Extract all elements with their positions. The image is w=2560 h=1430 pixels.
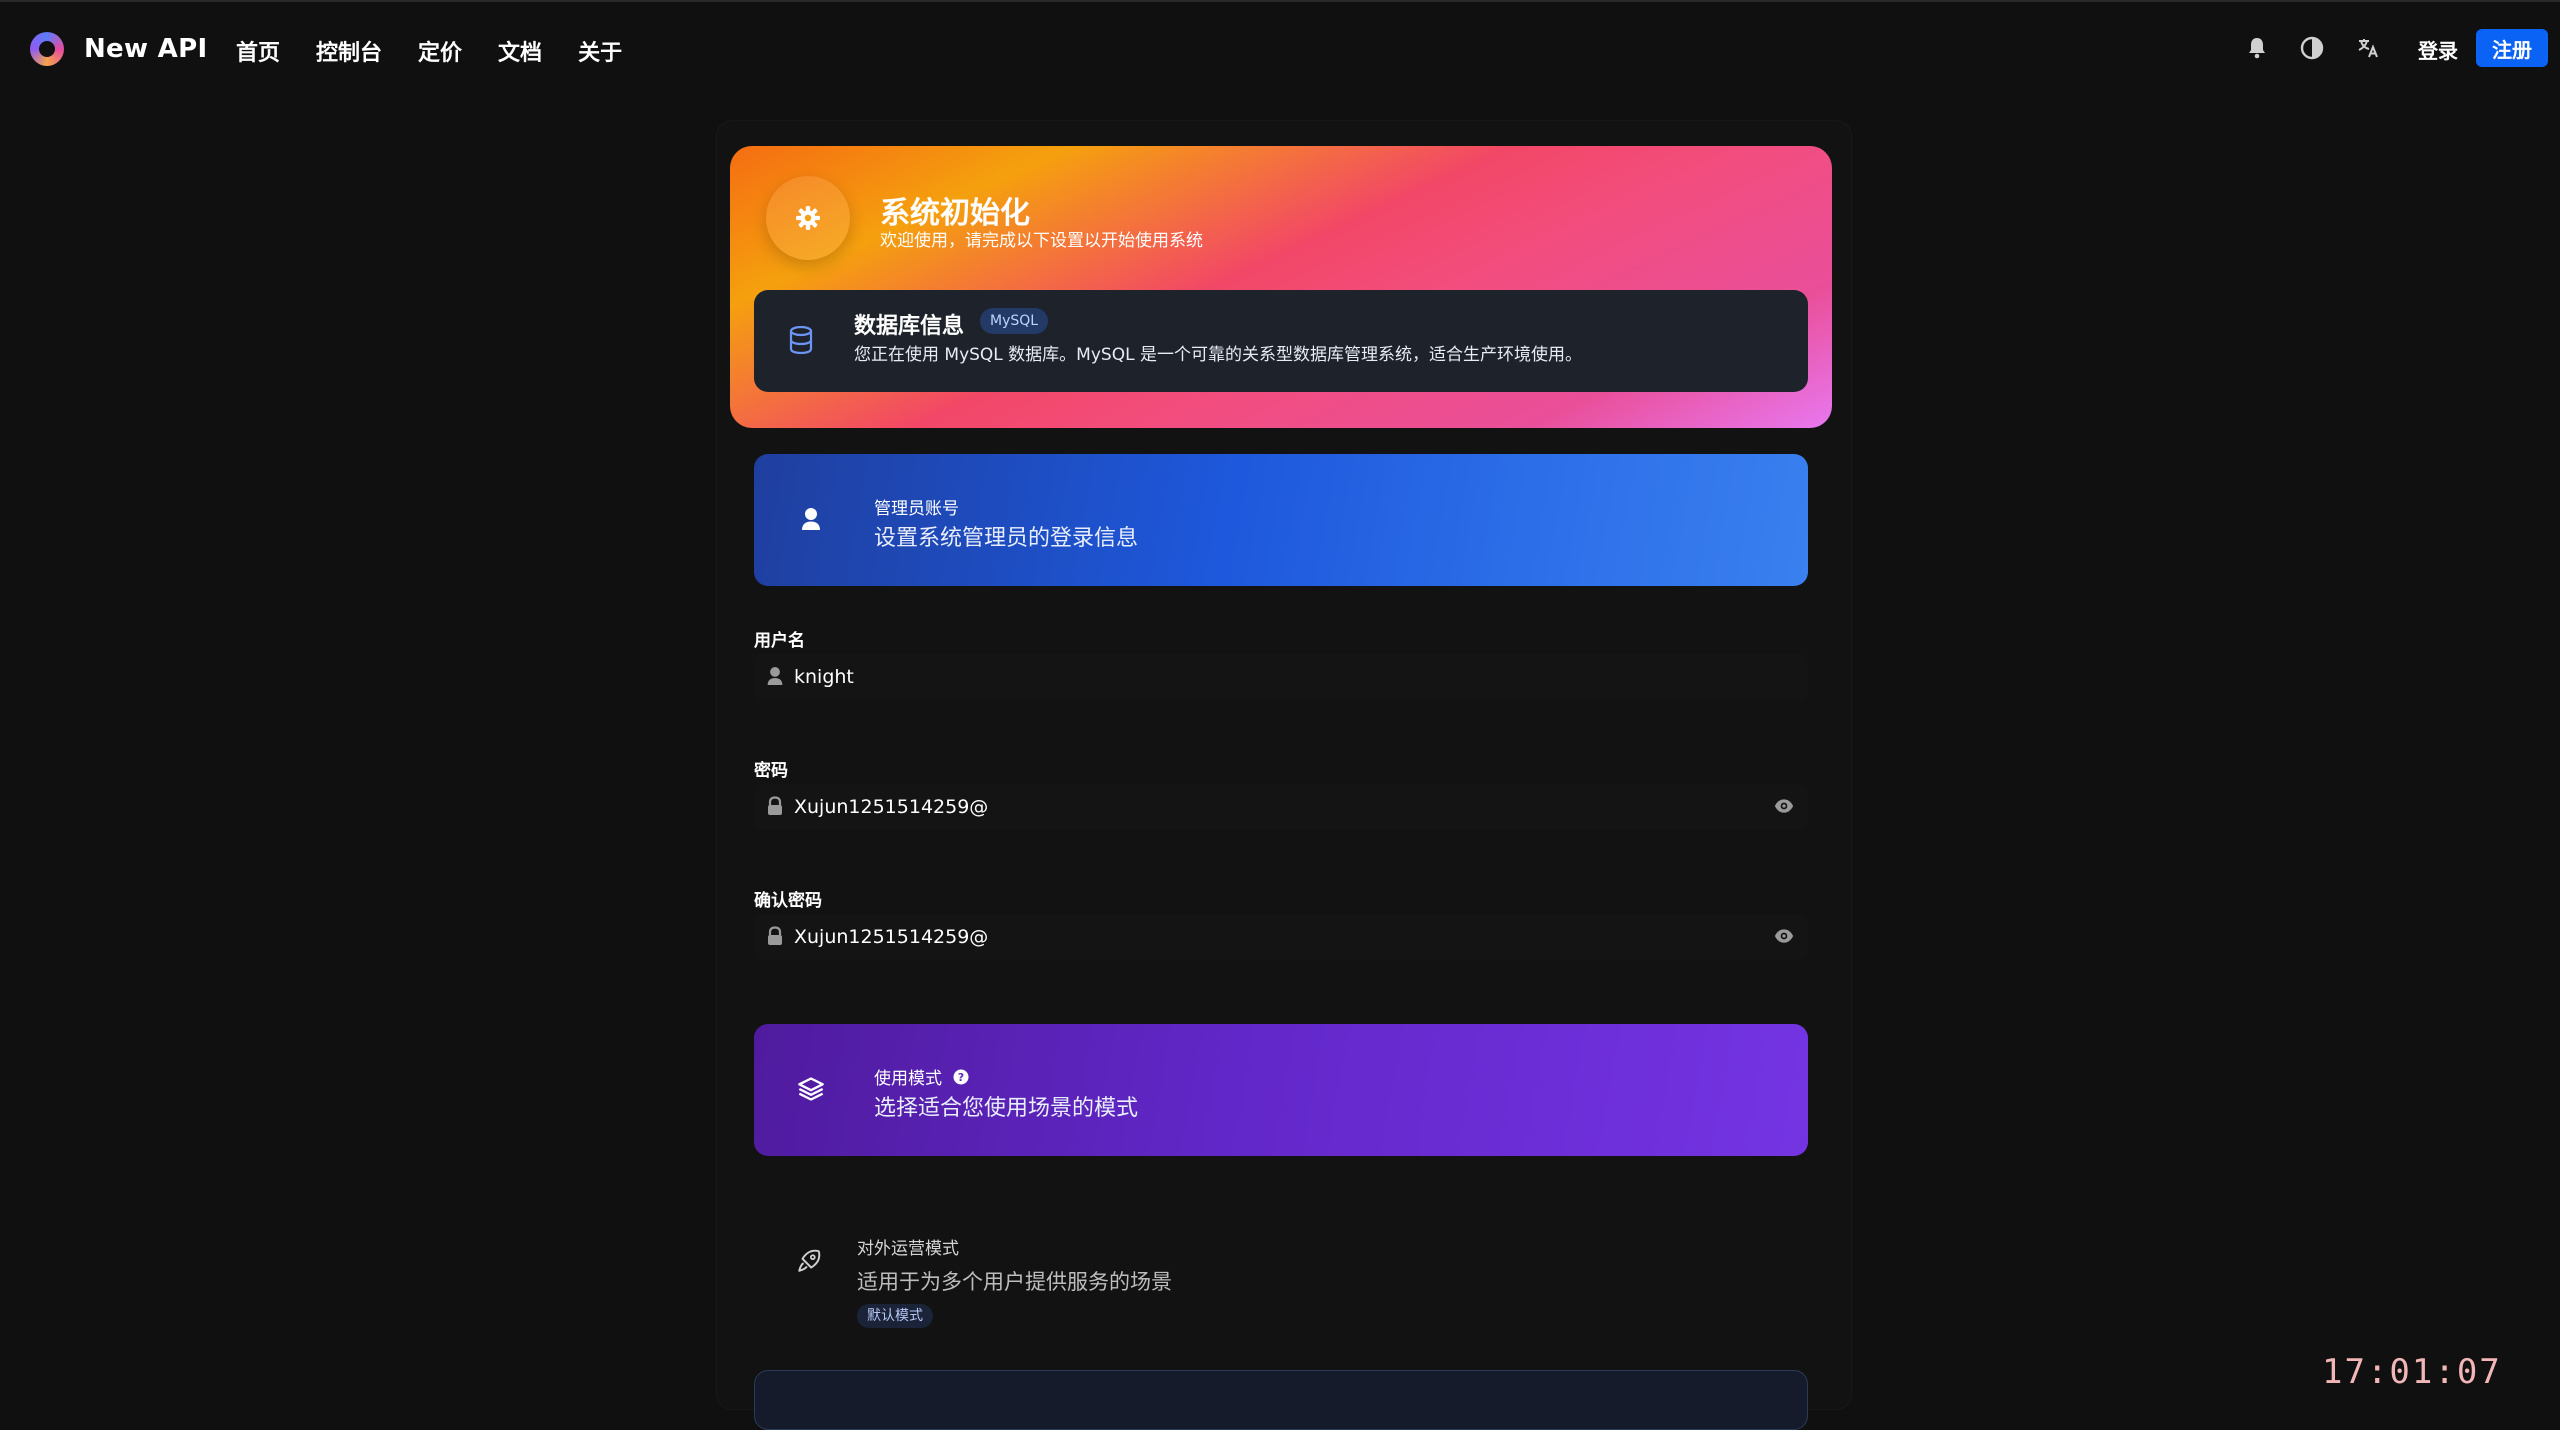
default-mode-badge: 默认模式 <box>857 1304 933 1328</box>
login-button[interactable]: 登录 <box>2418 35 2458 64</box>
rocket-icon <box>796 1248 824 1276</box>
hero-subtitle: 欢迎使用，请完成以下设置以开始使用系统 <box>880 231 1203 251</box>
admin-banner-title: 管理员账号 <box>874 499 959 519</box>
admin-banner-subtitle: 设置系统管理员的登录信息 <box>874 526 1139 551</box>
usage-mode-title: 使用模式 ? <box>874 1064 969 1089</box>
database-type-badge: MySQL <box>980 308 1049 334</box>
app-logo[interactable] <box>30 32 64 66</box>
database-info-card: 数据库信息 MySQL 您正在使用 MySQL 数据库。MySQL 是一个可靠的… <box>754 290 1808 392</box>
theme-toggle-icon[interactable] <box>2298 34 2326 62</box>
top-navbar: New API 首页 控制台 定价 文档 关于 登录 注册 <box>0 2 2560 96</box>
admin-account-banner: 管理员账号 设置系统管理员的登录信息 <box>754 454 1808 586</box>
translate-icon[interactable] <box>2354 34 2382 62</box>
password-field[interactable] <box>754 784 1808 830</box>
main-nav: 首页 控制台 定价 文档 关于 <box>236 35 658 67</box>
lock-icon <box>766 926 786 946</box>
password-label: 密码 <box>754 761 788 781</box>
usage-mode-subtitle: 选择适合您使用场景的模式 <box>874 1096 1139 1121</box>
eye-icon[interactable] <box>1774 796 1796 818</box>
gear-icon <box>766 176 850 260</box>
username-input[interactable] <box>794 654 1734 700</box>
confirm-password-label: 确认密码 <box>754 891 822 911</box>
next-mode-option-card[interactable] <box>754 1370 1808 1430</box>
register-button[interactable]: 注册 <box>2476 29 2548 67</box>
eye-icon[interactable] <box>1774 926 1796 948</box>
database-info-description: 您正在使用 MySQL 数据库。MySQL 是一个可靠的关系型数据库管理系统，适… <box>854 345 1582 365</box>
database-info-title: 数据库信息 <box>854 314 965 339</box>
nav-item-console[interactable]: 控制台 <box>316 35 382 67</box>
nav-item-about[interactable]: 关于 <box>578 35 622 67</box>
user-icon <box>794 502 828 536</box>
clock-overlay: 17:01:07 <box>2322 1352 2502 1392</box>
database-icon <box>788 325 816 356</box>
system-init-hero: 系统初始化 欢迎使用，请完成以下设置以开始使用系统 数据库信息 MySQL 您正… <box>730 146 1832 428</box>
mode-option-title[interactable]: 对外运营模式 <box>857 1234 959 1259</box>
username-field[interactable] <box>754 654 1808 700</box>
confirm-password-field[interactable] <box>754 914 1808 960</box>
username-label: 用户名 <box>754 631 805 651</box>
usage-mode-title-text: 使用模式 <box>874 1069 942 1089</box>
brand-name[interactable]: New API <box>84 34 207 64</box>
password-input[interactable] <box>794 784 1734 830</box>
nav-item-docs[interactable]: 文档 <box>498 35 542 67</box>
help-icon[interactable]: ? <box>953 1069 969 1085</box>
usage-mode-banner: 使用模式 ? 选择适合您使用场景的模式 <box>754 1024 1808 1156</box>
bell-icon[interactable] <box>2243 34 2271 62</box>
user-icon <box>766 666 786 686</box>
layers-icon <box>794 1072 828 1106</box>
confirm-password-input[interactable] <box>794 914 1734 960</box>
nav-item-pricing[interactable]: 定价 <box>418 35 462 67</box>
mode-option-description: 适用于为多个用户提供服务的场景 <box>857 1270 1172 1294</box>
svg-text:?: ? <box>958 1071 964 1084</box>
lock-icon <box>766 796 786 816</box>
nav-item-home[interactable]: 首页 <box>236 35 280 67</box>
